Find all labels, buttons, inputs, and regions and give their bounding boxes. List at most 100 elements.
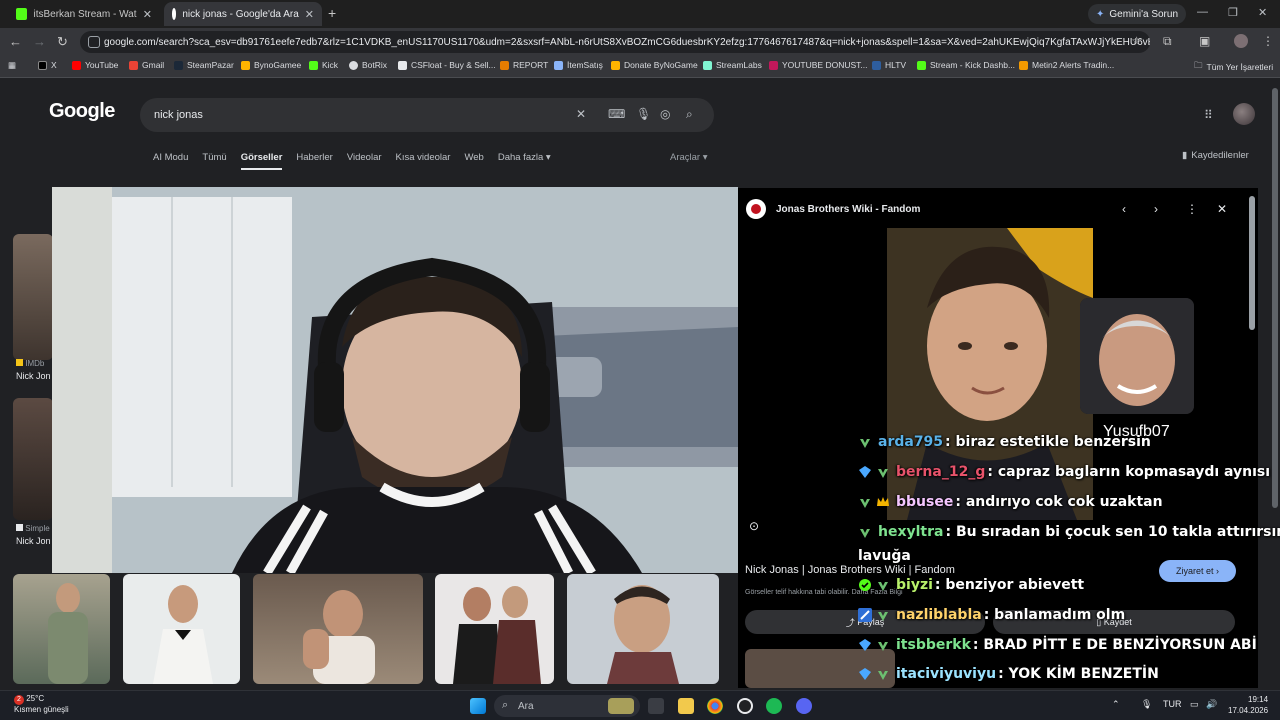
discord-icon[interactable] <box>796 698 812 714</box>
system-clock[interactable]: 19:14 17.04.2026 <box>1228 694 1268 716</box>
bookmark-youtube-donust[interactable]: YOUTUBE DONUST... <box>769 60 867 70</box>
page-scrollbar-thumb[interactable] <box>1272 88 1278 508</box>
panel-scrollbar-thumb[interactable] <box>1249 196 1255 330</box>
tab-stream[interactable]: itsBerkan Stream - Watch Live o ✕ <box>8 2 160 26</box>
chat-username[interactable]: nazliblabla <box>896 607 982 623</box>
new-tab-plus-icon[interactable]: + <box>328 5 336 21</box>
image-result-1[interactable] <box>13 234 53 360</box>
bookmark-streamlabs[interactable]: StreamLabs <box>703 60 762 70</box>
weather-widget[interactable]: 2 25°C Kısmen güneşli <box>14 694 69 715</box>
bookmark-hltv[interactable]: HLTV <box>872 60 906 70</box>
volume-icon[interactable]: 🔊 <box>1206 699 1217 710</box>
obs-icon[interactable] <box>737 698 753 714</box>
tab-web[interactable]: Web <box>464 152 483 170</box>
input-language[interactable]: TUR <box>1163 699 1182 709</box>
close-window-icon[interactable]: ✕ <box>1258 6 1267 19</box>
tab-ai-mode[interactable]: AI Modu <box>153 152 188 170</box>
bookmark-csfloat[interactable]: CSFloat - Buy & Sell... <box>398 60 496 70</box>
saved-button[interactable]: ▮ Kaydedilenler <box>1182 150 1249 161</box>
microphone-icon[interactable]: 🎙 <box>636 107 651 121</box>
windows-start-icon[interactable] <box>470 698 486 714</box>
bookmark-itemsatis[interactable]: İtemSatış <box>554 60 603 70</box>
bookmark-kick[interactable]: Kick <box>309 60 338 70</box>
site-info-icon[interactable] <box>88 36 100 48</box>
tab-images[interactable]: Görseller <box>240 152 283 170</box>
bookmark-x[interactable]: X <box>38 60 57 70</box>
image-result-4[interactable] <box>123 574 240 684</box>
next-image-icon[interactable]: › <box>1154 202 1158 216</box>
close-tab-icon[interactable]: ✕ <box>305 8 314 21</box>
tab-videos[interactable]: Videolar <box>347 152 382 170</box>
forward-arrow-icon[interactable]: → <box>33 34 46 49</box>
bookmark-steampazar[interactable]: SteamPazar <box>174 60 234 70</box>
result-title[interactable]: Nick Jon <box>16 371 51 381</box>
chat-username[interactable]: biyzi <box>896 577 933 593</box>
result-title[interactable]: Nick Jon <box>16 536 51 546</box>
chrome-icon[interactable] <box>707 698 723 714</box>
image-result-7[interactable] <box>567 574 719 684</box>
account-avatar[interactable] <box>1233 103 1255 125</box>
chat-username[interactable]: berna_12_g <box>896 464 985 480</box>
previous-image-icon[interactable]: ‹ <box>1122 202 1126 216</box>
tab-short-videos[interactable]: Kısa videolar <box>396 152 451 170</box>
close-tab-icon[interactable]: ✕ <box>143 8 152 21</box>
file-explorer-icon[interactable] <box>678 698 694 714</box>
gemini-button[interactable]: ✦ Gemini'a Sorun <box>1088 4 1186 24</box>
minimize-icon[interactable]: — <box>1197 6 1208 18</box>
tools-menu[interactable]: Araçlar ▾ <box>670 152 708 163</box>
bookmark-kick-dashboard[interactable]: Stream - Kick Dashb... <box>917 60 1015 70</box>
close-panel-icon[interactable]: ✕ <box>1217 202 1227 216</box>
maximize-icon[interactable]: ❐ <box>1228 6 1238 19</box>
keyboard-icon[interactable]: ⌨ <box>608 107 625 121</box>
visit-button[interactable]: Ziyaret et › <box>1159 560 1236 582</box>
bookmark-donate-bynogame[interactable]: Donate ByNoGame <box>611 60 698 70</box>
tray-overflow-icon[interactable]: ⌃ <box>1112 699 1120 710</box>
chat-username[interactable]: arda795 <box>878 434 943 450</box>
address-bar[interactable]: google.com/search?sca_esv=db91761eefe7ed… <box>80 31 1150 53</box>
more-options-icon[interactable]: ⋮ <box>1186 202 1198 216</box>
spotify-icon[interactable] <box>766 698 782 714</box>
tab-google-search[interactable]: nick jonas - Google'da Ara ✕ <box>164 2 322 26</box>
all-bookmarks-folder[interactable]: 🗀 Tüm Yer İşaretleri <box>1194 60 1273 74</box>
reload-icon[interactable]: ↻ <box>57 34 68 50</box>
bookmark-bynogamee[interactable]: BynoGamee <box>241 60 301 70</box>
taskbar-search[interactable]: ⌕ Ara <box>494 695 640 717</box>
side-panel-icon[interactable]: ▣ <box>1199 34 1210 48</box>
lens-search-icon[interactable]: ⊙ <box>749 519 759 533</box>
task-view-icon[interactable] <box>648 698 664 714</box>
tab-more[interactable]: Daha fazla ▾ <box>498 152 551 170</box>
search-icon[interactable]: ⌕ <box>686 107 693 122</box>
chat-username[interactable]: itsbberkk <box>896 637 971 653</box>
bookmark-metin2[interactable]: Metin2 Alerts Tradin... <box>1019 60 1114 70</box>
extensions-icon[interactable]: ⧉ <box>1163 34 1172 49</box>
image-result-6[interactable] <box>435 574 554 684</box>
bookmark-botrix[interactable]: BotRix <box>349 60 387 70</box>
image-result-2[interactable] <box>13 398 53 520</box>
tab-news[interactable]: Haberler <box>296 152 332 170</box>
tab-all[interactable]: Tümü <box>202 152 226 170</box>
page-scrollbar[interactable] <box>1270 78 1280 690</box>
google-apps-icon[interactable]: ⠿ <box>1204 108 1213 122</box>
chat-username[interactable]: hexyltra <box>878 524 943 540</box>
bookmark-youtube[interactable]: YouTube <box>72 60 118 70</box>
microphone-tray-icon[interactable]: 🎙 <box>1141 699 1152 710</box>
image-result-3[interactable] <box>13 574 110 684</box>
search-input[interactable]: nick jonas ✕ ⌨ 🎙 ◎ ⌕ <box>140 98 714 132</box>
menu-kebab-icon[interactable]: ⋮ <box>1262 34 1274 48</box>
bookmark-star-icon[interactable]: ☆ <box>1131 34 1142 48</box>
panel-site-name[interactable]: Jonas Brothers Wiki - Fandom <box>776 204 920 215</box>
lens-camera-icon[interactable]: ◎ <box>660 107 670 121</box>
report-icon <box>500 60 509 70</box>
chat-username[interactable]: itaciviyuviyu <box>896 666 996 682</box>
bookmark-gmail[interactable]: Gmail <box>129 60 164 70</box>
profile-avatar[interactable] <box>1234 34 1248 48</box>
back-arrow-icon[interactable]: ← <box>9 34 22 49</box>
chat-username[interactable]: bbusee <box>896 494 953 510</box>
bookmark-report[interactable]: REPORT <box>500 60 548 70</box>
image-result-5[interactable] <box>253 574 423 684</box>
network-icon[interactable]: ▭ <box>1190 699 1199 710</box>
google-logo[interactable]: Google <box>49 100 115 123</box>
apps-grid-icon[interactable]: ▦ <box>8 60 16 71</box>
clear-search-icon[interactable]: ✕ <box>576 107 586 121</box>
preview-caption[interactable]: Nick Jonas | Jonas Brothers Wiki | Fando… <box>745 564 955 576</box>
